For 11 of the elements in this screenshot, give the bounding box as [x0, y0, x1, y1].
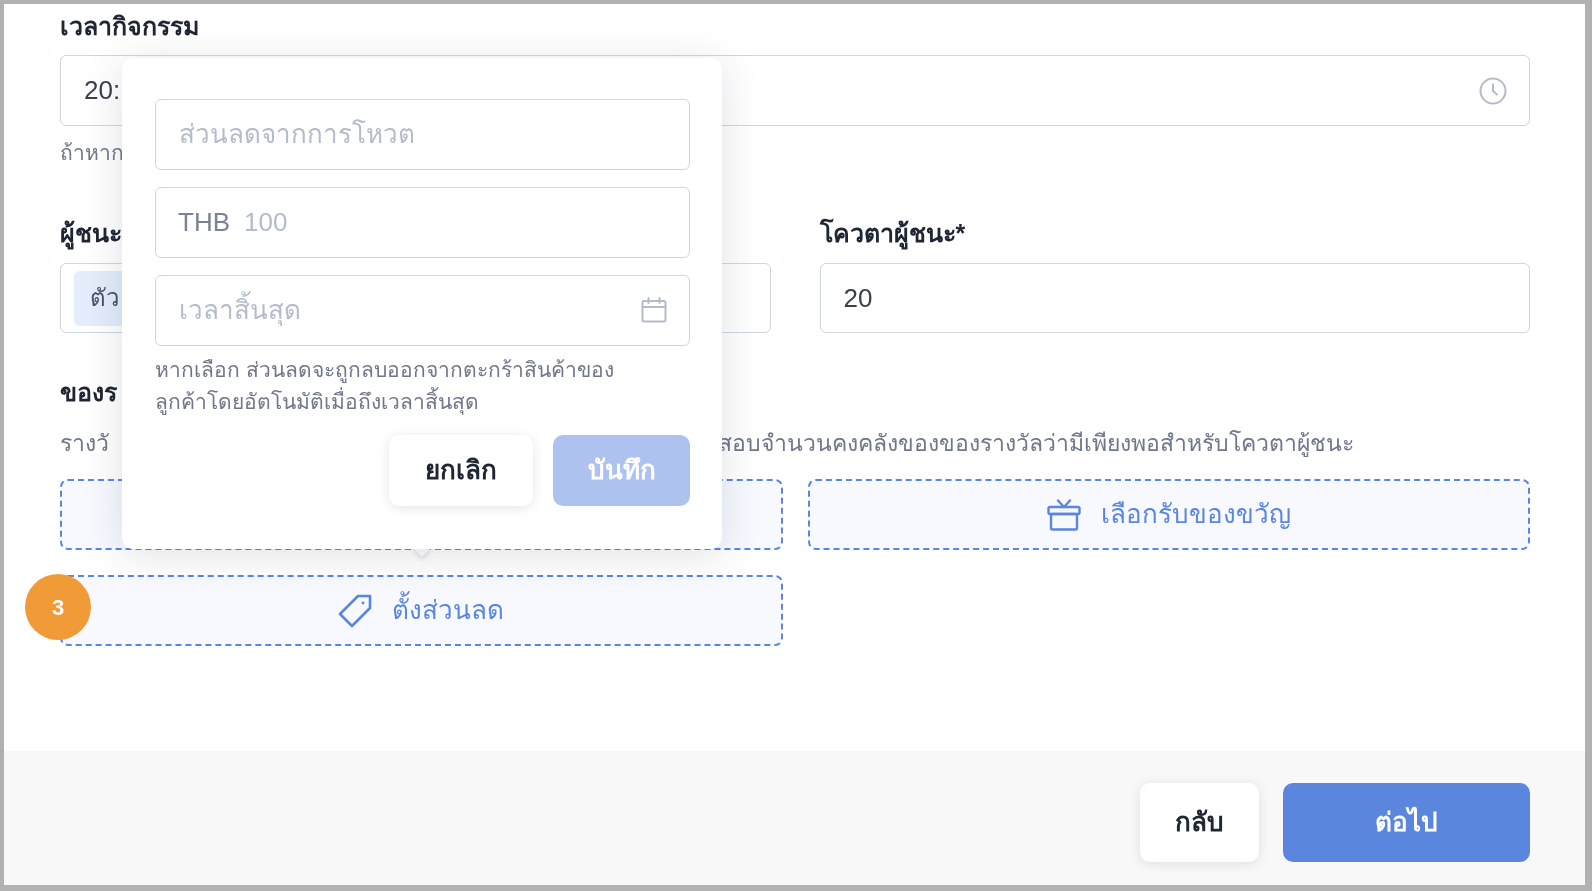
field-label: ผู้ชนะ	[60, 217, 122, 249]
field-label: ของร	[60, 377, 117, 408]
helper-text: ถ้าหาก	[60, 140, 124, 166]
description-text: รางวั	[60, 429, 109, 457]
currency-prefix: THB	[178, 206, 230, 238]
winner-tag: ตัว	[74, 270, 122, 326]
field-label: เวลากิจกรรม	[60, 11, 199, 42]
field-label: โควตาผู้ชนะ*	[819, 217, 966, 249]
description-text: สอบจำนวนคงคลังของของรางวัลว่ามีเพียงพอสำหรับโควตาผู้ชนะ	[718, 429, 1354, 457]
popover-note: หากเลือก ส่วนลดจะถูกลบออกจากตะกร้าสินค้าของลูกค้าโดยอัตโนมัติเมื่อถึงเวลาสิ้นสุด	[155, 357, 615, 417]
step-number-badge: 3	[25, 574, 91, 640]
